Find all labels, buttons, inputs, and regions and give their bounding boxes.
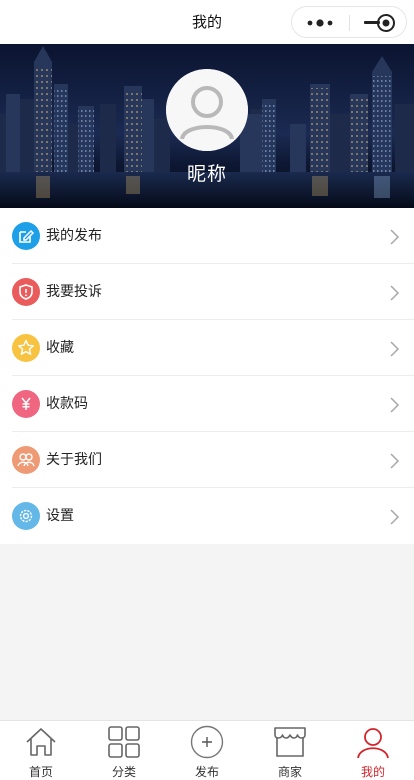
- chevron-right-icon: [390, 453, 400, 469]
- chevron-right-icon: [390, 229, 400, 245]
- tab-category[interactable]: 分类: [83, 721, 165, 780]
- chevron-right-icon: [390, 509, 400, 525]
- menu-item-label: 设置: [46, 508, 74, 524]
- bottom-tab-bar: 首页 分类 发布 商家 我的: [0, 720, 414, 780]
- plus-circle-icon: [190, 725, 224, 759]
- yen-icon: [12, 390, 40, 418]
- person-icon: [357, 728, 389, 759]
- menu-item-my-posts[interactable]: 我的发布: [0, 208, 414, 264]
- tab-label: 首页: [28, 765, 53, 779]
- menu-item-about-us[interactable]: 关于我们: [0, 432, 414, 488]
- store-icon: [274, 727, 306, 757]
- gear-icon: [12, 502, 40, 530]
- menu-item-label: 我的发布: [46, 228, 102, 244]
- tab-label: 我的: [360, 765, 385, 779]
- tab-merchant[interactable]: 商家: [249, 721, 331, 780]
- avatar[interactable]: [166, 69, 248, 151]
- edit-icon: [12, 222, 40, 250]
- menu-item-settings[interactable]: 设置: [0, 488, 414, 544]
- shield-icon: [12, 278, 40, 306]
- mini-program-capsule: [291, 6, 407, 38]
- group-icon: [12, 446, 40, 474]
- default-avatar-icon: [166, 69, 248, 151]
- menu-item-label: 收藏: [46, 340, 74, 356]
- chevron-right-icon: [390, 285, 400, 301]
- tab-label: 发布: [194, 765, 219, 779]
- close-target-icon[interactable]: [376, 13, 396, 33]
- menu-item-favorites[interactable]: 收藏: [0, 320, 414, 376]
- profile-menu: 我的发布 我要投诉 收藏 收款码 关于我们 设置: [0, 208, 414, 544]
- capsule-divider: [349, 15, 350, 31]
- tab-mine[interactable]: 我的: [332, 721, 414, 780]
- tab-label: 商家: [277, 765, 302, 779]
- tab-label: 分类: [111, 765, 136, 779]
- chevron-right-icon: [390, 341, 400, 357]
- menu-item-label: 我要投诉: [46, 284, 102, 300]
- tab-home[interactable]: 首页: [0, 721, 82, 780]
- chevron-right-icon: [390, 397, 400, 413]
- navigation-bar: 我的: [0, 0, 414, 44]
- star-icon: [12, 334, 40, 362]
- menu-item-label: 收款码: [46, 396, 88, 412]
- menu-item-payment-code[interactable]: 收款码: [0, 376, 414, 432]
- menu-item-complaint[interactable]: 我要投诉: [0, 264, 414, 320]
- grid-icon: [108, 726, 140, 758]
- tab-publish[interactable]: 发布: [166, 721, 248, 780]
- home-icon: [26, 728, 56, 756]
- profile-banner: 昵称: [0, 44, 414, 208]
- more-options-icon[interactable]: [301, 13, 341, 33]
- nickname: 昵称: [186, 163, 227, 185]
- menu-item-label: 关于我们: [46, 452, 102, 468]
